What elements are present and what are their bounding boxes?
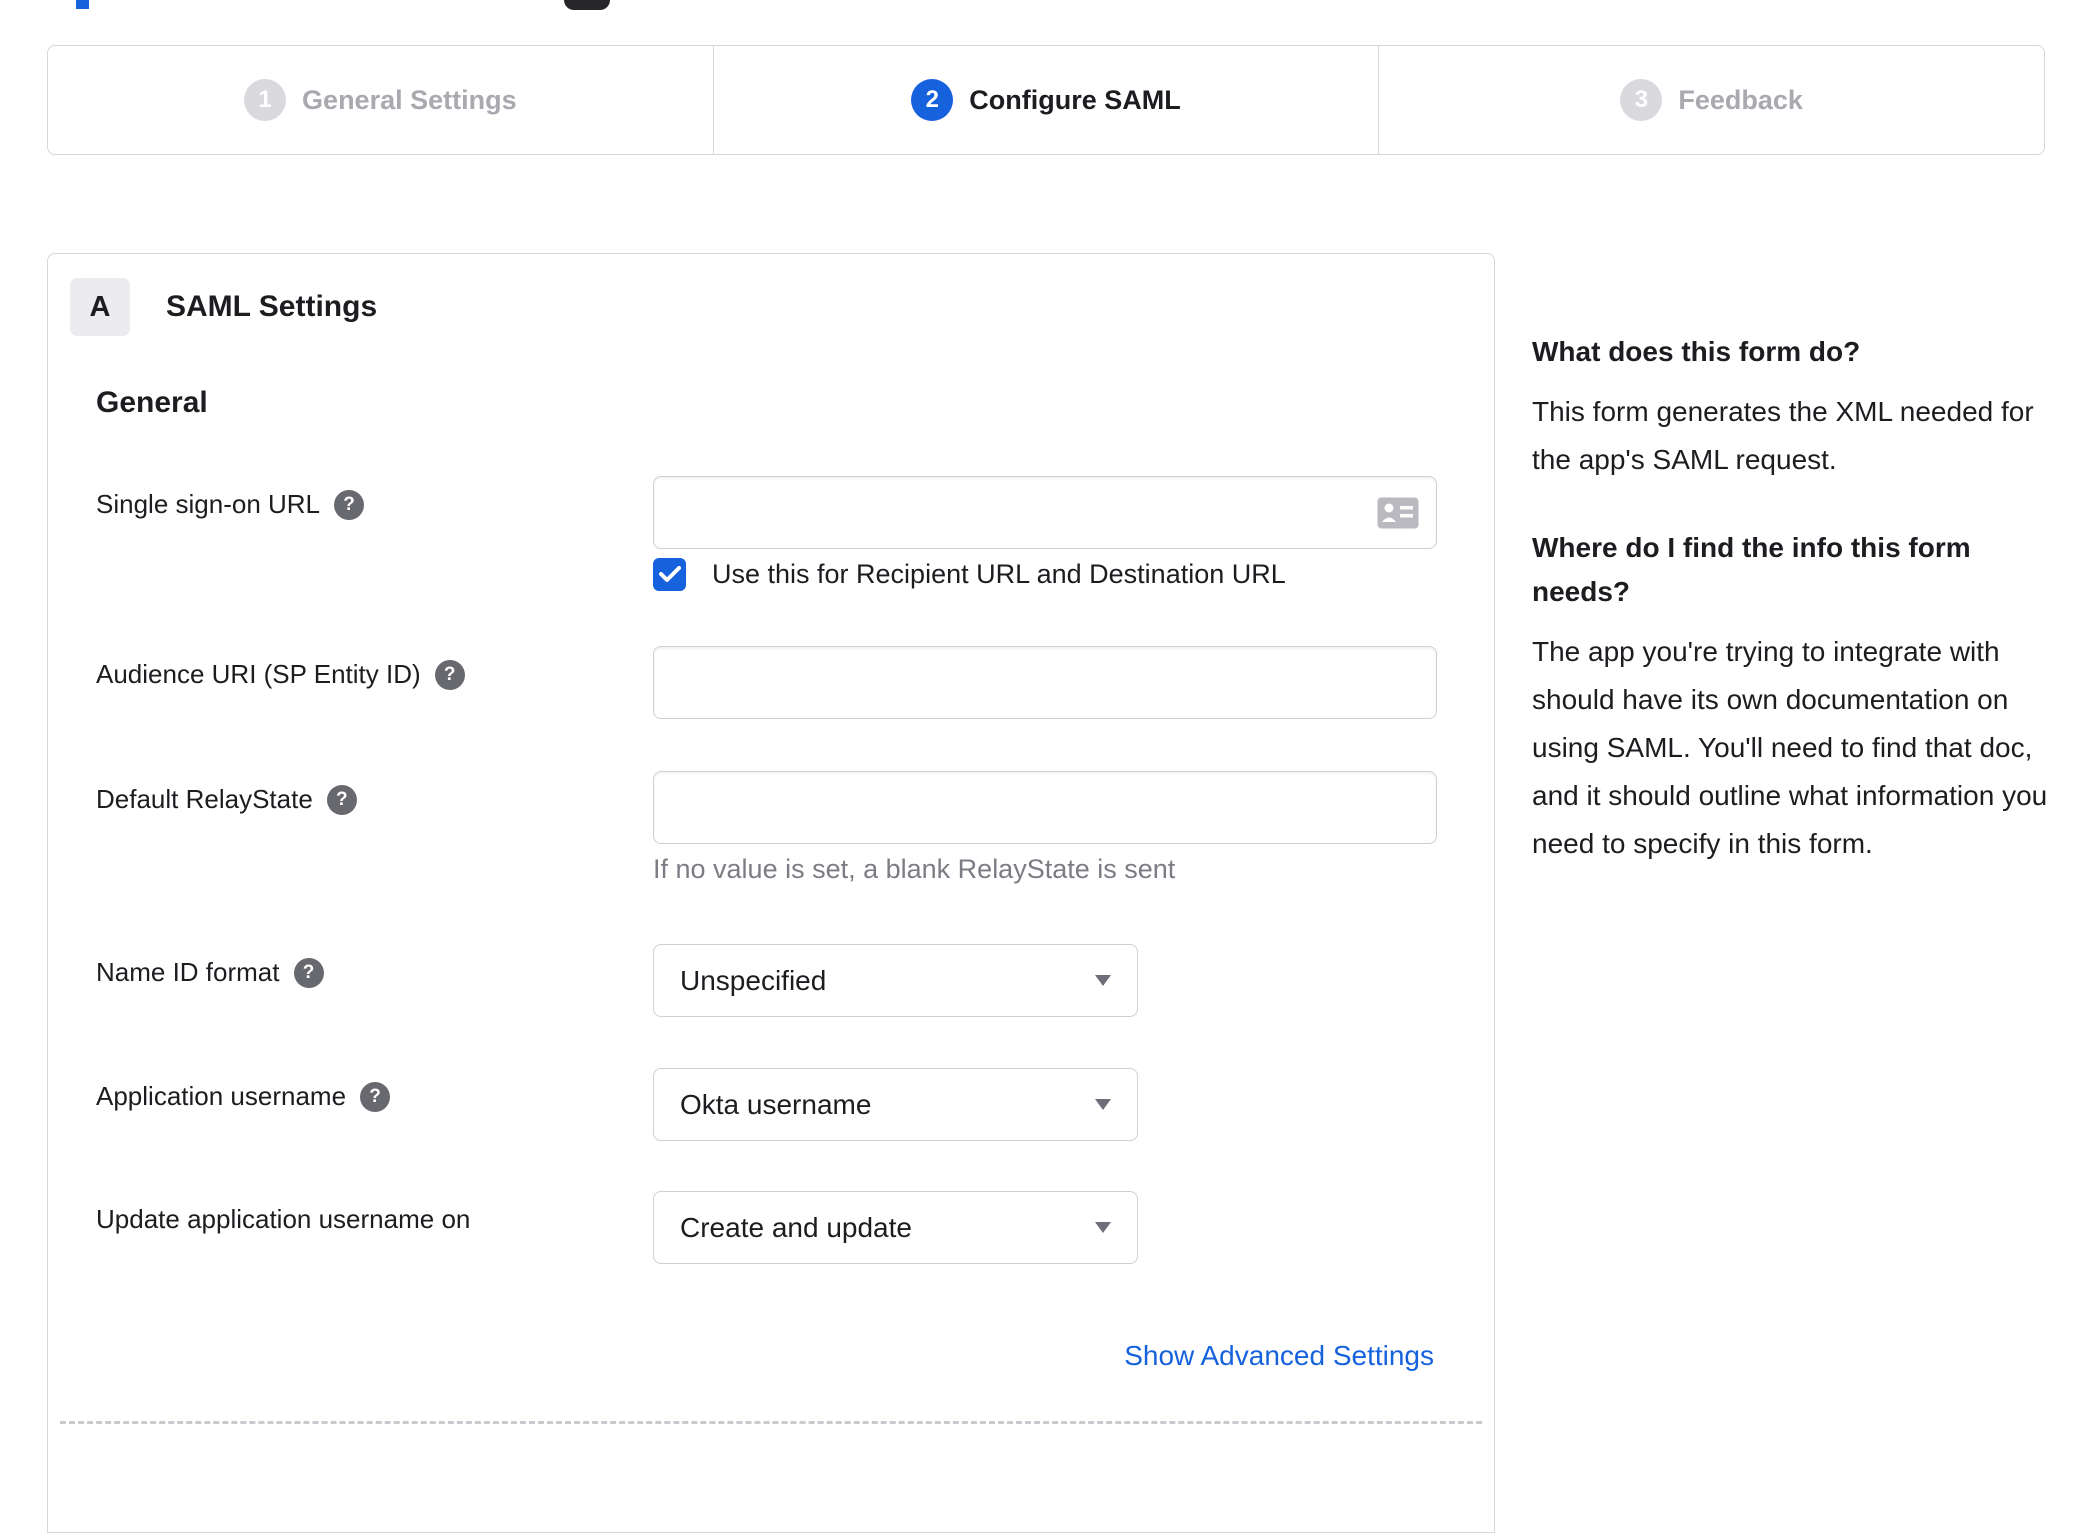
step-feedback[interactable]: 3 Feedback [1378,46,2044,154]
help-icon[interactable]: ? [360,1081,391,1112]
field-label: Update application username on [96,1204,471,1234]
sidebar-heading-where: Where do I find the info this form needs… [1532,532,1971,607]
section-dashed-divider [60,1421,1482,1424]
section-a-badge: A [70,278,130,336]
relaystate-input[interactable] [654,772,1436,843]
help-icon[interactable]: ? [334,489,365,520]
select-value: Unspecified [680,964,827,996]
relaystate-field-wrap [653,771,1437,844]
step-number-badge: 2 [911,79,954,121]
step-number-badge: 3 [1620,79,1663,121]
chevron-down-icon [1095,1222,1111,1233]
relaystate-hint: If no value is set, a blank RelayState i… [653,854,1176,884]
chevron-down-icon [1095,1099,1111,1110]
nameid-format-label-row: Name ID format ? [96,957,324,988]
step-label: General Settings [302,84,517,115]
general-group-title: General [96,386,208,419]
sso-url-input[interactable] [654,477,1376,548]
update-username-select[interactable]: Create and update [653,1191,1138,1264]
sidebar-body-where: The app you're trying to integrate with … [1532,636,2048,859]
saml-settings-card: A SAML Settings General Single sign-on U… [47,253,1495,1533]
nameid-format-select[interactable]: Unspecified [653,944,1138,1017]
field-label: Application username [96,1081,347,1111]
show-advanced-settings-link[interactable]: Show Advanced Settings [1124,1340,1434,1372]
step-label: Configure SAML [969,84,1181,115]
wizard-stepper: 1 General Settings 2 Configure SAML 3 Fe… [47,45,2045,155]
field-label: Name ID format [96,957,280,987]
recipient-url-checkbox[interactable] [653,557,686,591]
step-configure-saml[interactable]: 2 Configure SAML [712,46,1379,154]
contact-card-icon [1376,496,1420,530]
step-label: Feedback [1678,84,1803,115]
field-label: Single sign-on URL [96,489,321,519]
audience-uri-input[interactable] [654,647,1436,718]
update-username-label-row: Update application username on [96,1204,470,1235]
section-title: SAML Settings [166,290,378,323]
sso-url-field-wrap [653,476,1437,549]
chevron-down-icon [1095,975,1111,986]
help-icon[interactable]: ? [326,784,357,815]
help-icon[interactable]: ? [293,957,324,988]
step-general-settings[interactable]: 1 General Settings [48,46,713,154]
truncated-icon-fragment [564,0,610,10]
sso-url-label-row: Single sign-on URL ? [96,489,365,520]
select-value: Create and update [680,1211,912,1243]
sidebar-body-what: This form generates the XML needed for t… [1532,396,2034,475]
field-label: Audience URI (SP Entity ID) [96,659,421,689]
truncated-logo-fragment [76,0,89,9]
relaystate-label-row: Default RelayState ? [96,784,357,815]
app-username-label-row: Application username ? [96,1081,391,1112]
help-icon[interactable]: ? [434,659,465,690]
field-label: Default RelayState [96,784,313,814]
recipient-url-checkbox-row: Use this for Recipient URL and Destinati… [653,557,1286,591]
audience-uri-field-wrap [653,646,1437,719]
select-value: Okta username [680,1088,872,1120]
step-number-badge: 1 [244,79,287,121]
sidebar-heading-what: What does this form do? [1532,336,1861,367]
app-username-select[interactable]: Okta username [653,1068,1138,1141]
checkbox-label: Use this for Recipient URL and Destinati… [712,558,1286,589]
audience-uri-label-row: Audience URI (SP Entity ID) ? [96,659,465,690]
